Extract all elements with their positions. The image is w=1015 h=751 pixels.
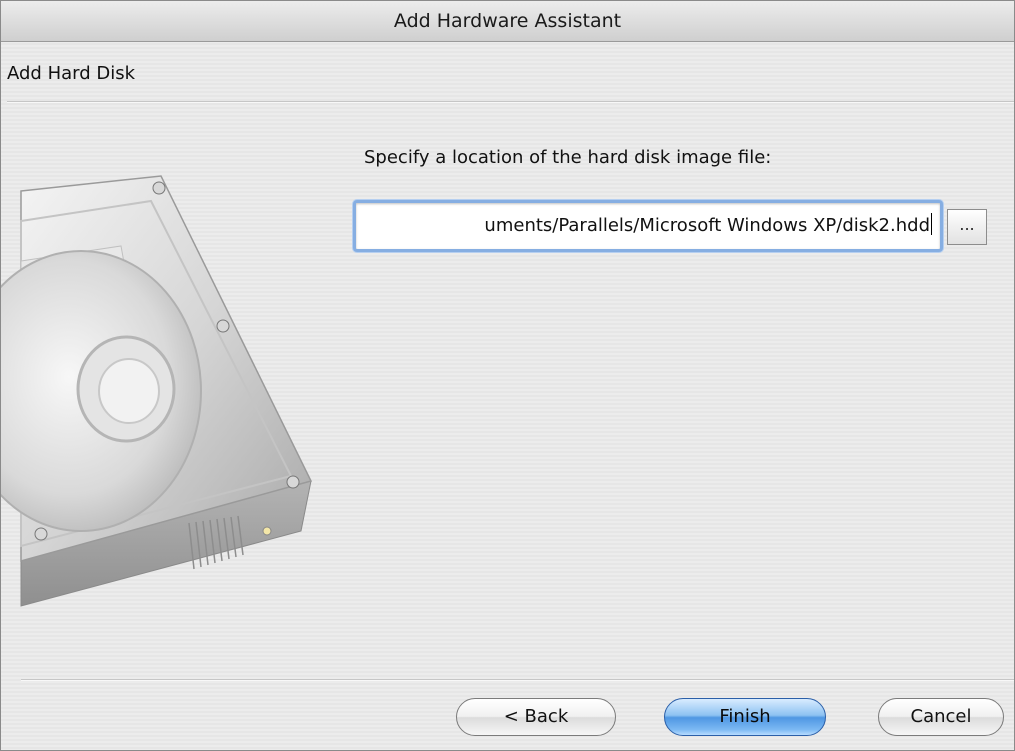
hard-disk-icon [1, 175, 313, 607]
text-caret [931, 213, 932, 235]
back-button[interactable]: < Back [456, 698, 616, 736]
window-titlebar[interactable]: Add Hardware Assistant [1, 1, 1014, 42]
footer-divider [21, 679, 1014, 681]
browse-button[interactable]: ... [947, 209, 987, 245]
add-hardware-window: Add Hardware Assistant Add Hard Disk Spe… [0, 0, 1015, 751]
disk-path-input[interactable]: uments/Parallels/Microsoft Windows XP/di… [353, 200, 943, 252]
disk-path-value[interactable]: uments/Parallels/Microsoft Windows XP/di… [484, 213, 932, 238]
location-prompt: Specify a location of the hard disk imag… [364, 147, 772, 168]
cancel-button[interactable]: Cancel [878, 698, 1004, 736]
section-title: Add Hard Disk [7, 63, 136, 84]
section-divider [7, 101, 1014, 103]
window-title: Add Hardware Assistant [393, 10, 622, 32]
finish-button[interactable]: Finish [664, 698, 826, 736]
disk-path-text: uments/Parallels/Microsoft Windows XP/di… [484, 215, 930, 236]
